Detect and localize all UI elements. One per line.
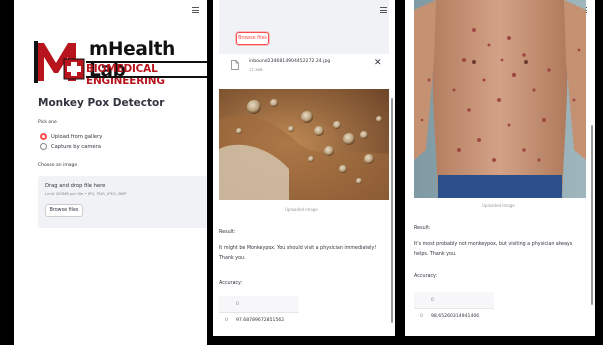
hand-lesions-image bbox=[219, 89, 389, 200]
uploaded-file-row: inbound2346814904452272 24.jpg 17.3KB ✕ bbox=[231, 57, 382, 77]
logo-subtitle: BIOMEDICAL ENGINEERING bbox=[86, 63, 165, 87]
dropzone-title: Drag and drop file here bbox=[45, 183, 106, 189]
row-index: 0 bbox=[225, 318, 228, 323]
radio-upload-from-gallery[interactable]: Upload from gallery bbox=[40, 133, 102, 140]
table-header: 0 bbox=[219, 296, 299, 313]
uploaded-image bbox=[414, 0, 586, 198]
choose-image-label: Choose an image bbox=[38, 163, 78, 168]
row-index: 0 bbox=[420, 314, 423, 319]
hamburger-menu-icon[interactable] bbox=[192, 7, 199, 13]
accuracy-label: Accuracy: bbox=[219, 281, 243, 286]
result-text-line-2: Thank you. bbox=[219, 255, 246, 261]
radio-unselected-icon[interactable] bbox=[40, 143, 47, 150]
accuracy-value: 98.65260314941406 bbox=[431, 314, 480, 319]
image-caption: Uploaded Image bbox=[285, 207, 318, 212]
close-icon[interactable]: ✕ bbox=[374, 58, 382, 68]
accuracy-label: Accuracy: bbox=[414, 274, 438, 279]
page-title: Monkey Pox Detector bbox=[38, 97, 165, 109]
table-row: 0 98.65260314941406 bbox=[414, 309, 494, 324]
scrollbar[interactable] bbox=[391, 98, 393, 323]
radio-label: Capture by camera bbox=[51, 143, 101, 150]
pick-one-label: Pick one bbox=[38, 120, 57, 125]
browse-files-button[interactable]: Browse files bbox=[236, 32, 269, 45]
table-header: 0 bbox=[414, 292, 494, 309]
dropzone-limit: Limit 200MB per file • JPG, PNG, JPEG, B… bbox=[45, 191, 127, 196]
column-header: 0 bbox=[236, 302, 239, 307]
file-name: inbound2346814904452272 24.jpg bbox=[249, 59, 331, 64]
radio-capture-by-camera[interactable]: Capture by camera bbox=[40, 143, 101, 150]
result-text-line-2: helps. Thank you. bbox=[414, 251, 457, 257]
accuracy-value: 97.68789672851562 bbox=[236, 318, 285, 323]
scrollbar[interactable] bbox=[591, 125, 593, 305]
panel-result-negative: Uploaded Image Result: It's most probabl… bbox=[405, 0, 595, 336]
file-dropzone[interactable]: Drag and drop file here Limit 200MB per … bbox=[38, 176, 207, 228]
browse-files-button[interactable]: Browse files bbox=[45, 204, 83, 217]
file-icon bbox=[231, 60, 239, 70]
accuracy-table: 0 0 98.65260314941406 bbox=[414, 292, 494, 324]
logo-m-cross-icon bbox=[34, 41, 85, 83]
mhealth-lab-logo: mHealth Lab BIOMEDICAL ENGINEERING bbox=[34, 39, 207, 87]
image-caption: Uploaded Image bbox=[482, 203, 515, 208]
result-text-line-1: It's most probably not monkeypox, but vi… bbox=[414, 242, 573, 247]
file-size: 17.3KB bbox=[249, 67, 263, 72]
table-row: 0 97.68789672851562 bbox=[219, 313, 299, 328]
uploaded-image bbox=[219, 89, 389, 200]
logo-divider-bottom bbox=[86, 76, 207, 78]
result-text: It might be Monkeypox. You should visit … bbox=[219, 244, 389, 263]
panel-result-positive: Browse files inbound2346814904452272 24.… bbox=[213, 0, 395, 336]
accuracy-table: 0 0 97.68789672851562 bbox=[219, 296, 299, 328]
result-text-line-1: It might be Monkeypox. You should visit … bbox=[219, 246, 377, 251]
panel-upload-form: mHealth Lab BIOMEDICAL ENGINEERING Monke… bbox=[14, 0, 207, 345]
radio-label: Upload from gallery bbox=[51, 133, 103, 140]
hamburger-menu-icon[interactable] bbox=[380, 7, 387, 13]
result-text: It's most probably not monkeypox, but vi… bbox=[414, 240, 589, 259]
file-dropzone[interactable]: Browse files bbox=[219, 0, 389, 54]
column-header: 0 bbox=[431, 298, 434, 303]
torso-rash-image bbox=[414, 0, 586, 198]
result-label: Result: bbox=[219, 230, 236, 235]
radio-selected-icon[interactable] bbox=[40, 133, 47, 140]
result-label: Result: bbox=[414, 226, 431, 231]
